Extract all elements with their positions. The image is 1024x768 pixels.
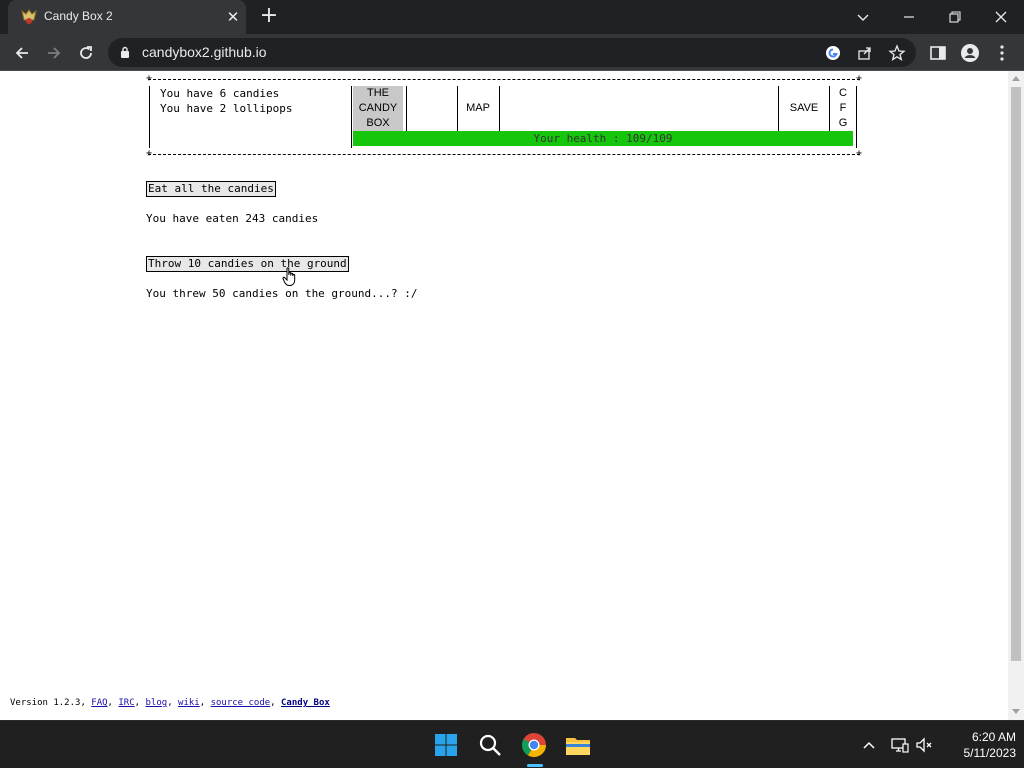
browser-toolbar: candybox2.github.io [0, 34, 1024, 71]
tab-config[interactable]: C F G [831, 86, 855, 131]
candies-count: You have 6 candies [160, 87, 280, 100]
windows-start-icon[interactable] [430, 729, 462, 761]
candy-box-favicon-icon [21, 9, 37, 24]
tab-title: Candy Box 2 [44, 9, 113, 23]
tab-close-icon[interactable]: ✕ [224, 8, 242, 26]
forward-icon[interactable] [41, 40, 67, 66]
page-footer: Version 1.2.3, FAQ, IRC, blog, wiki, sou… [10, 698, 330, 708]
reload-icon[interactable] [73, 40, 99, 66]
chrome-menu-icon[interactable] [992, 43, 1012, 63]
active-app-indicator [527, 764, 543, 767]
volume-muted-icon[interactable] [914, 735, 934, 755]
bookmark-star-icon[interactable] [888, 44, 906, 62]
clock-date: 5/11/2023 [963, 746, 1017, 760]
status-bar: + + + + You have 6 candies You have 2 lo… [146, 73, 862, 159]
address-bar[interactable]: candybox2.github.io [108, 38, 916, 67]
search-icon[interactable] [474, 729, 506, 761]
profile-icon[interactable] [960, 43, 980, 63]
health-bar: Your health : 109/109 [353, 131, 853, 146]
url-text[interactable]: candybox2.github.io [142, 44, 267, 60]
scroll-down-icon[interactable] [1012, 709, 1020, 714]
browser-tab[interactable]: Candy Box 2 ✕ [8, 0, 246, 34]
browser-tab-bar: Candy Box 2 ✕ + [0, 0, 1024, 34]
faq-link[interactable]: FAQ [91, 698, 107, 708]
restore-icon[interactable] [932, 0, 978, 34]
page-viewport: + + + + You have 6 candies You have 2 lo… [0, 71, 1008, 720]
scroll-up-icon[interactable] [1012, 76, 1020, 81]
candy-box-link[interactable]: Candy Box [281, 698, 330, 708]
wiki-link[interactable]: wiki [178, 698, 200, 708]
lollipops-count: You have 2 lollipops [160, 102, 293, 115]
side-panel-icon[interactable] [928, 43, 948, 63]
show-hidden-icons-chevron-icon[interactable] [859, 735, 879, 755]
clock-time: 6:20 AM [971, 730, 1016, 744]
throw-candies-button[interactable]: Throw 10 candies on the ground [146, 256, 349, 272]
page-scrollbar[interactable] [1008, 71, 1024, 720]
new-tab-icon[interactable]: + [258, 5, 280, 28]
scroll-thumb[interactable] [1011, 87, 1021, 661]
tab-search-icon[interactable] [840, 0, 886, 34]
back-icon[interactable] [9, 40, 35, 66]
file-explorer-icon[interactable] [562, 729, 594, 761]
google-lens-icon[interactable] [824, 44, 842, 62]
irc-link[interactable]: IRC [118, 698, 134, 708]
hand-cursor-icon [282, 267, 296, 286]
source-code-link[interactable]: source code [211, 698, 271, 708]
eat-candies-button[interactable]: Eat all the candies [146, 181, 276, 197]
chrome-icon[interactable] [518, 729, 550, 761]
thrown-candies-text: You threw 50 candies on the ground...? :… [146, 287, 418, 300]
tab-the-candy-box[interactable]: THE CANDY BOX [353, 86, 403, 131]
windows-taskbar: 6:20 AM 5/11/2023 [0, 720, 1024, 768]
lock-icon [121, 46, 129, 58]
minimize-icon[interactable] [886, 0, 932, 34]
close-window-icon[interactable] [978, 0, 1024, 34]
tab-map[interactable]: MAP [459, 101, 497, 116]
share-icon[interactable] [856, 44, 874, 62]
save-button[interactable]: SAVE [780, 101, 828, 116]
eaten-candies-text: You have eaten 243 candies [146, 212, 319, 225]
blog-link[interactable]: blog [146, 698, 168, 708]
network-icon[interactable] [890, 735, 910, 755]
taskbar-clock[interactable]: 6:20 AM 5/11/2023 [940, 729, 1017, 761]
tab-empty [408, 86, 456, 131]
